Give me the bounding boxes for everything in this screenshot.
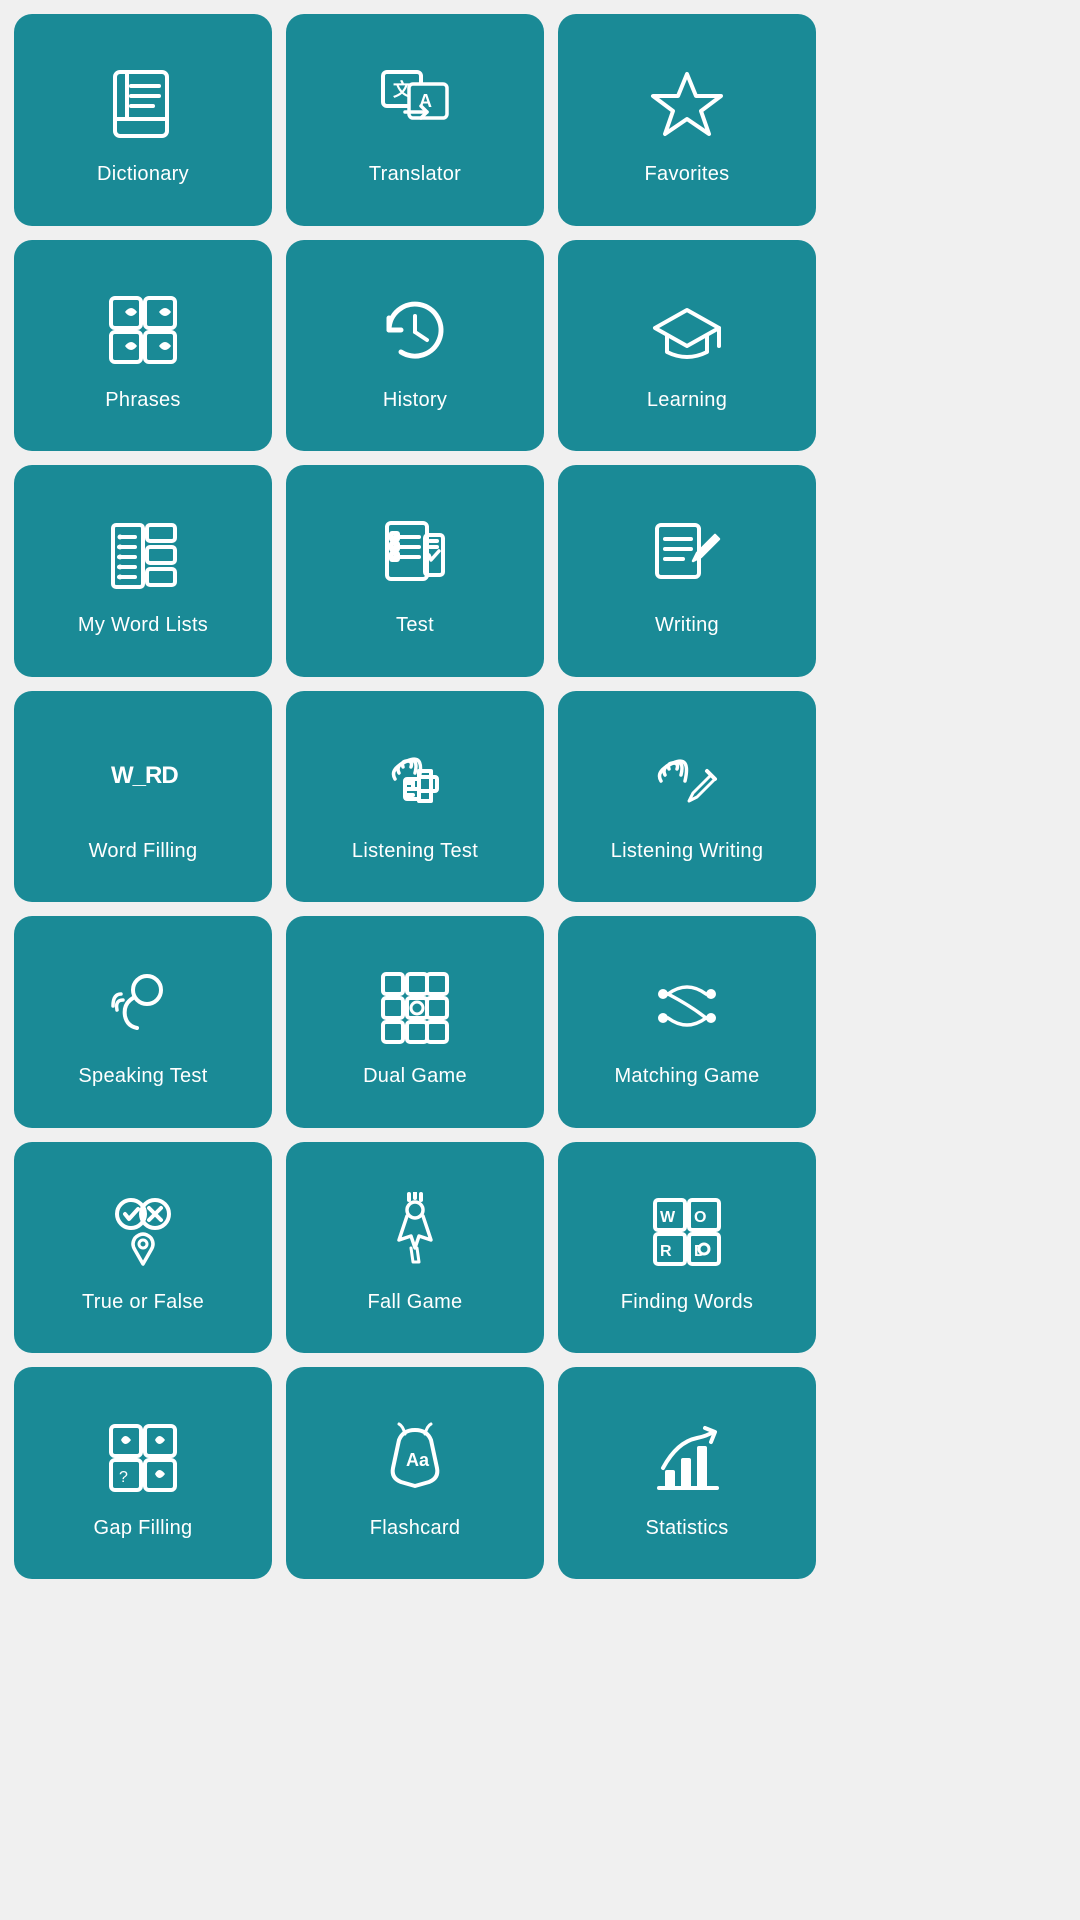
speaking-test-icon [98, 961, 188, 1051]
fall-game-icon [370, 1187, 460, 1277]
tile-learning[interactable]: Learning [558, 240, 816, 452]
phrases-label: Phrases [105, 389, 180, 412]
gap-filling-label: Gap Filling [94, 1517, 193, 1540]
dual-game-label: Dual Game [363, 1065, 467, 1088]
flashcard-icon: Aa [370, 1413, 460, 1503]
tile-gap-filling[interactable]: ? Gap Filling [14, 1367, 272, 1579]
listening-test-label: Listening Test [352, 840, 478, 863]
tile-phrases[interactable]: Phrases [14, 240, 272, 452]
svg-text:R: R [660, 1243, 672, 1260]
svg-text:W_RD: W_RD [111, 762, 178, 789]
svg-text:Aa: Aa [406, 1450, 430, 1470]
learning-icon [642, 285, 732, 375]
dictionary-icon [98, 59, 188, 149]
true-or-false-icon [98, 1187, 188, 1277]
writing-label: Writing [655, 614, 719, 637]
listening-writing-icon [642, 736, 732, 826]
phrases-icon [98, 285, 188, 375]
statistics-label: Statistics [645, 1517, 728, 1540]
tile-my-word-lists[interactable]: My Word Lists [14, 465, 272, 677]
matching-game-label: Matching Game [614, 1065, 759, 1088]
word-filling-icon: W_RD [98, 736, 188, 826]
speaking-test-label: Speaking Test [78, 1065, 207, 1088]
statistics-icon [642, 1413, 732, 1503]
svg-text:W: W [660, 1209, 676, 1226]
gap-filling-icon: ? [98, 1413, 188, 1503]
tile-true-or-false[interactable]: True or False [14, 1142, 272, 1354]
history-label: History [383, 389, 447, 412]
flashcard-label: Flashcard [370, 1517, 461, 1540]
tile-translator[interactable]: 文 A Translator [286, 14, 544, 226]
dual-game-icon [370, 961, 460, 1051]
tile-listening-writing[interactable]: Listening Writing [558, 691, 816, 903]
svg-text:O: O [694, 1209, 706, 1226]
tile-matching-game[interactable]: Matching Game [558, 916, 816, 1128]
tile-dictionary[interactable]: Dictionary [14, 14, 272, 226]
tile-word-filling[interactable]: W_RD Word Filling [14, 691, 272, 903]
tile-writing[interactable]: Writing [558, 465, 816, 677]
tile-dual-game[interactable]: Dual Game [286, 916, 544, 1128]
translator-label: Translator [369, 163, 461, 186]
app-grid: Dictionary 文 A Translator Favorites [0, 0, 830, 1593]
tile-finding-words[interactable]: W O R D Finding Words [558, 1142, 816, 1354]
fall-game-label: Fall Game [368, 1291, 463, 1314]
tile-test[interactable]: Test [286, 465, 544, 677]
tile-fall-game[interactable]: Fall Game [286, 1142, 544, 1354]
tile-flashcard[interactable]: Aa Flashcard [286, 1367, 544, 1579]
my-word-lists-icon [98, 510, 188, 600]
svg-text:?: ? [119, 1469, 128, 1486]
matching-game-icon [642, 961, 732, 1051]
tile-statistics[interactable]: Statistics [558, 1367, 816, 1579]
test-label: Test [396, 614, 434, 637]
writing-icon [642, 510, 732, 600]
tile-speaking-test[interactable]: Speaking Test [14, 916, 272, 1128]
test-icon [370, 510, 460, 600]
my-word-lists-label: My Word Lists [78, 614, 208, 637]
favorites-icon [642, 59, 732, 149]
history-icon [370, 285, 460, 375]
translator-icon: 文 A [370, 59, 460, 149]
finding-words-label: Finding Words [621, 1291, 753, 1314]
learning-label: Learning [647, 389, 727, 412]
favorites-label: Favorites [645, 163, 730, 186]
finding-words-icon: W O R D [642, 1187, 732, 1277]
tile-history[interactable]: History [286, 240, 544, 452]
listening-test-icon [370, 736, 460, 826]
word-filling-label: Word Filling [89, 840, 198, 863]
tile-favorites[interactable]: Favorites [558, 14, 816, 226]
dictionary-label: Dictionary [97, 163, 189, 186]
tile-listening-test[interactable]: Listening Test [286, 691, 544, 903]
listening-writing-label: Listening Writing [611, 840, 764, 863]
true-or-false-label: True or False [82, 1291, 204, 1314]
